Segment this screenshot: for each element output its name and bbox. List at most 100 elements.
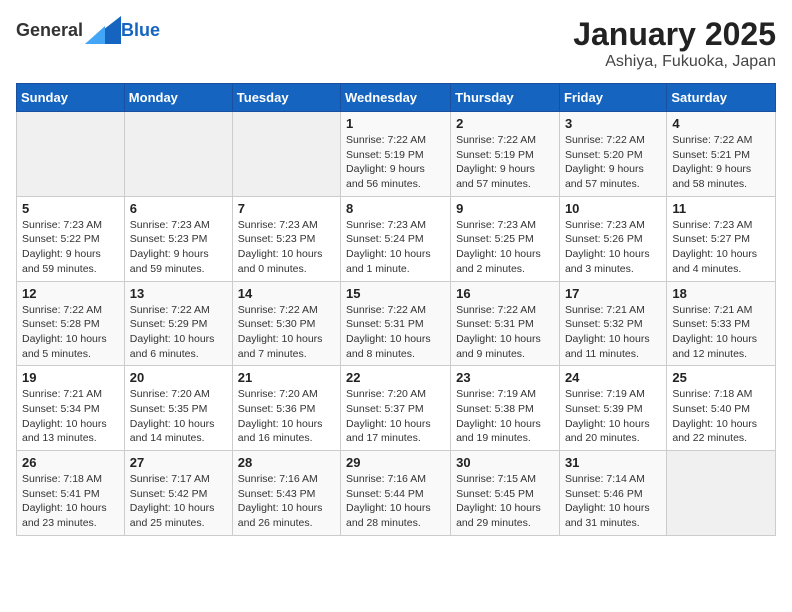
day-detail: Sunrise: 7:22 AM Sunset: 5:29 PM Dayligh…	[130, 303, 227, 362]
calendar-cell: 30Sunrise: 7:15 AM Sunset: 5:45 PM Dayli…	[451, 451, 560, 536]
weekday-header-thursday: Thursday	[451, 84, 560, 112]
day-detail: Sunrise: 7:19 AM Sunset: 5:39 PM Dayligh…	[565, 387, 661, 446]
calendar-cell: 15 Sunrise: 7:22 AM Sunset: 5:31 PM Dayli…	[341, 281, 451, 366]
calendar-cell: 26 Sunrise: 7:18 AM Sunset: 5:41 PM Dayli…	[17, 451, 125, 536]
calendar-cell: 3 Sunrise: 7:22 AM Sunset: 5:20 PM Daylig…	[559, 112, 666, 197]
day-detail: Sunrise: 7:17 AM Sunset: 5:42 PM Dayligh…	[130, 472, 227, 531]
day-number: 10	[565, 201, 661, 216]
calendar-cell: 7Sunrise: 7:23 AM Sunset: 5:23 PM Daylig…	[232, 196, 340, 281]
day-detail: Sunrise: 7:22 AM Sunset: 5:28 PM Dayligh…	[22, 303, 119, 362]
logo: General Blue	[16, 16, 160, 44]
day-number: 15	[346, 286, 445, 301]
calendar-cell: 27Sunrise: 7:17 AM Sunset: 5:42 PM Dayli…	[124, 451, 232, 536]
day-detail: Sunrise: 7:22 AM Sunset: 5:31 PM Dayligh…	[346, 303, 445, 362]
calendar-cell: 8 Sunrise: 7:23 AM Sunset: 5:24 PM Daylig…	[341, 196, 451, 281]
day-number: 21	[238, 370, 335, 385]
calendar-cell: 16Sunrise: 7:22 AM Sunset: 5:31 PM Dayli…	[451, 281, 560, 366]
day-detail: Sunrise: 7:20 AM Sunset: 5:35 PM Dayligh…	[130, 387, 227, 446]
day-detail: Sunrise: 7:23 AM Sunset: 5:22 PM Dayligh…	[22, 218, 119, 277]
day-number: 14	[238, 286, 335, 301]
calendar-cell: 24 Sunrise: 7:19 AM Sunset: 5:39 PM Dayli…	[559, 366, 666, 451]
calendar-cell: 4 Sunrise: 7:22 AM Sunset: 5:21 PM Daylig…	[667, 112, 776, 197]
page-title: January 2025	[573, 16, 776, 53]
calendar-cell: 20Sunrise: 7:20 AM Sunset: 5:35 PM Dayli…	[124, 366, 232, 451]
calendar-table: SundayMondayTuesdayWednesdayThursdayFrid…	[16, 83, 776, 536]
day-detail: Sunrise: 7:22 AM Sunset: 5:19 PM Dayligh…	[456, 133, 554, 192]
calendar-cell: 12Sunrise: 7:22 AM Sunset: 5:28 PM Dayli…	[17, 281, 125, 366]
day-number: 24	[565, 370, 661, 385]
day-number: 2	[456, 116, 554, 131]
weekday-header-monday: Monday	[124, 84, 232, 112]
weekday-header-row: SundayMondayTuesdayWednesdayThursdayFrid…	[17, 84, 776, 112]
calendar-week-3: 12Sunrise: 7:22 AM Sunset: 5:28 PM Dayli…	[17, 281, 776, 366]
day-number: 31	[565, 455, 661, 470]
calendar-cell: 18 Sunrise: 7:21 AM Sunset: 5:33 PM Dayli…	[667, 281, 776, 366]
calendar-cell: 2 Sunrise: 7:22 AM Sunset: 5:19 PM Daylig…	[451, 112, 560, 197]
day-detail: Sunrise: 7:20 AM Sunset: 5:37 PM Dayligh…	[346, 387, 445, 446]
page-subtitle: Ashiya, Fukuoka, Japan	[573, 53, 776, 71]
calendar-cell	[232, 112, 340, 197]
calendar-week-4: 19Sunrise: 7:21 AM Sunset: 5:34 PM Dayli…	[17, 366, 776, 451]
day-number: 13	[130, 286, 227, 301]
weekday-header-sunday: Sunday	[17, 84, 125, 112]
day-number: 3	[565, 116, 661, 131]
day-detail: Sunrise: 7:14 AM Sunset: 5:46 PM Dayligh…	[565, 472, 661, 531]
day-detail: Sunrise: 7:21 AM Sunset: 5:33 PM Dayligh…	[672, 303, 770, 362]
day-detail: Sunrise: 7:22 AM Sunset: 5:20 PM Dayligh…	[565, 133, 661, 192]
calendar-cell: 19Sunrise: 7:21 AM Sunset: 5:34 PM Dayli…	[17, 366, 125, 451]
day-detail: Sunrise: 7:22 AM Sunset: 5:21 PM Dayligh…	[672, 133, 770, 192]
day-number: 28	[238, 455, 335, 470]
logo-icon	[85, 16, 121, 44]
calendar-week-2: 5 Sunrise: 7:23 AM Sunset: 5:22 PM Daylig…	[17, 196, 776, 281]
day-detail: Sunrise: 7:21 AM Sunset: 5:32 PM Dayligh…	[565, 303, 661, 362]
calendar-cell	[667, 451, 776, 536]
calendar-cell: 31 Sunrise: 7:14 AM Sunset: 5:46 PM Dayli…	[559, 451, 666, 536]
day-number: 11	[672, 201, 770, 216]
day-number: 22	[346, 370, 445, 385]
calendar-cell: 9 Sunrise: 7:23 AM Sunset: 5:25 PM Daylig…	[451, 196, 560, 281]
calendar-cell: 21 Sunrise: 7:20 AM Sunset: 5:36 PM Dayli…	[232, 366, 340, 451]
calendar-cell: 10 Sunrise: 7:23 AM Sunset: 5:26 PM Dayli…	[559, 196, 666, 281]
day-number: 1	[346, 116, 445, 131]
page-header: General Blue January 2025 Ashiya, Fukuok…	[16, 16, 776, 71]
calendar-cell: 14 Sunrise: 7:22 AM Sunset: 5:30 PM Dayli…	[232, 281, 340, 366]
calendar-cell: 17Sunrise: 7:21 AM Sunset: 5:32 PM Dayli…	[559, 281, 666, 366]
day-detail: Sunrise: 7:23 AM Sunset: 5:26 PM Dayligh…	[565, 218, 661, 277]
calendar-cell: 23Sunrise: 7:19 AM Sunset: 5:38 PM Dayli…	[451, 366, 560, 451]
day-number: 6	[130, 201, 227, 216]
day-number: 29	[346, 455, 445, 470]
day-number: 4	[672, 116, 770, 131]
day-number: 8	[346, 201, 445, 216]
day-detail: Sunrise: 7:22 AM Sunset: 5:19 PM Dayligh…	[346, 133, 445, 192]
day-number: 26	[22, 455, 119, 470]
day-detail: Sunrise: 7:20 AM Sunset: 5:36 PM Dayligh…	[238, 387, 335, 446]
day-detail: Sunrise: 7:18 AM Sunset: 5:40 PM Dayligh…	[672, 387, 770, 446]
calendar-cell: 22 Sunrise: 7:20 AM Sunset: 5:37 PM Dayli…	[341, 366, 451, 451]
weekday-header-friday: Friday	[559, 84, 666, 112]
day-number: 9	[456, 201, 554, 216]
day-number: 25	[672, 370, 770, 385]
weekday-header-saturday: Saturday	[667, 84, 776, 112]
logo-blue: Blue	[121, 20, 160, 41]
day-number: 16	[456, 286, 554, 301]
calendar-cell: 25 Sunrise: 7:18 AM Sunset: 5:40 PM Dayli…	[667, 366, 776, 451]
calendar-cell: 29Sunrise: 7:16 AM Sunset: 5:44 PM Dayli…	[341, 451, 451, 536]
calendar-cell	[124, 112, 232, 197]
day-detail: Sunrise: 7:23 AM Sunset: 5:25 PM Dayligh…	[456, 218, 554, 277]
calendar-cell: 28 Sunrise: 7:16 AM Sunset: 5:43 PM Dayli…	[232, 451, 340, 536]
day-detail: Sunrise: 7:15 AM Sunset: 5:45 PM Dayligh…	[456, 472, 554, 531]
day-detail: Sunrise: 7:22 AM Sunset: 5:30 PM Dayligh…	[238, 303, 335, 362]
day-detail: Sunrise: 7:21 AM Sunset: 5:34 PM Dayligh…	[22, 387, 119, 446]
day-detail: Sunrise: 7:23 AM Sunset: 5:27 PM Dayligh…	[672, 218, 770, 277]
day-number: 18	[672, 286, 770, 301]
day-detail: Sunrise: 7:16 AM Sunset: 5:43 PM Dayligh…	[238, 472, 335, 531]
day-detail: Sunrise: 7:18 AM Sunset: 5:41 PM Dayligh…	[22, 472, 119, 531]
calendar-cell: 6Sunrise: 7:23 AM Sunset: 5:23 PM Daylig…	[124, 196, 232, 281]
day-number: 5	[22, 201, 119, 216]
day-detail: Sunrise: 7:23 AM Sunset: 5:23 PM Dayligh…	[238, 218, 335, 277]
logo-general: General	[16, 20, 83, 41]
calendar-cell: 13 Sunrise: 7:22 AM Sunset: 5:29 PM Dayli…	[124, 281, 232, 366]
day-detail: Sunrise: 7:19 AM Sunset: 5:38 PM Dayligh…	[456, 387, 554, 446]
day-detail: Sunrise: 7:23 AM Sunset: 5:24 PM Dayligh…	[346, 218, 445, 277]
calendar-week-5: 26 Sunrise: 7:18 AM Sunset: 5:41 PM Dayli…	[17, 451, 776, 536]
